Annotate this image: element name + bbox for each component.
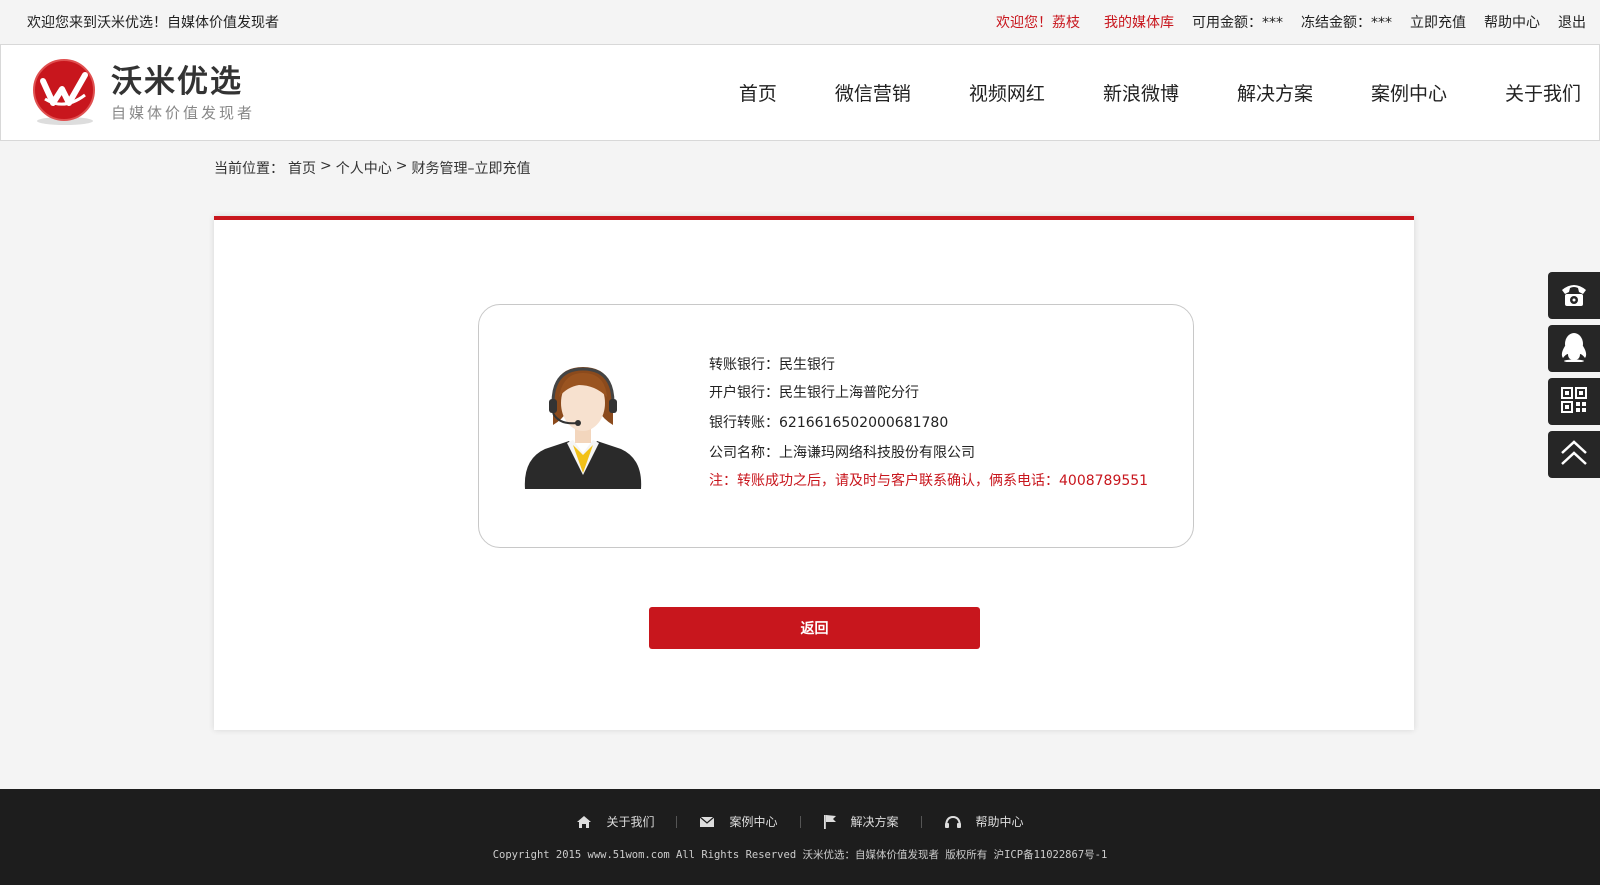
nav-item-solutions[interactable]: 解决方案 [1237,79,1313,106]
back-to-top-icon [1559,439,1589,471]
top-links: 欢迎您！荔枝 我的媒体库 可用金额：*** 冻结金额：*** 立即充值 帮助中心… [972,12,1586,32]
site-logo[interactable]: 沃米优选 自媒体价值发现者 [29,59,255,127]
welcome-text: 欢迎您来到沃米优选！自媒体价值发现者 [27,15,279,31]
nav-item-cases[interactable]: 案例中心 [1371,79,1447,106]
footer-link-label: 帮助中心 [975,815,1024,829]
recharge-link[interactable]: 立即充值 [1410,12,1466,32]
breadcrumb-separator: > [320,158,332,174]
mail-icon [699,816,715,828]
bank-info: 转账银行：民生银行 开户银行：民生银行上海普陀分行 银行转账：621661650… [709,351,1148,495]
nav-item-home[interactable]: 首页 [739,79,777,106]
logo-subtitle: 自媒体价值发现者 [111,103,256,122]
breadcrumb: 当前位置： 首页 > 个人中心 > 财务管理–立即充值 [214,158,534,178]
phone-icon [1559,280,1589,312]
transfer-note: 注：转账成功之后，请及时与客户联系确认，俩系电话：4008789551 [709,473,1149,489]
available-amount: 可用金额：*** [1192,15,1283,31]
top-bar: 欢迎您来到沃米优选！自媒体价值发现者 欢迎您！荔枝 我的媒体库 可用金额：***… [0,0,1600,44]
site-header: 沃米优选 自媒体价值发现者 首页 微信营销 视频网红 新浪微博 解决方案 案例中… [0,44,1600,141]
side-toolbar [1548,272,1600,484]
footer-link-solutions[interactable]: 解决方案 [801,813,921,830]
footer-link-help[interactable]: 帮助中心 [922,813,1046,830]
logo-mark-icon [29,59,99,127]
company-name: 公司名称：上海谦玛网络科技股份有限公司 [709,445,975,461]
breadcrumb-current: 财务管理–立即充值 [411,161,531,177]
recharge-panel: 转账银行：民生银行 开户银行：民生银行上海普陀分行 银行转账：621661650… [214,216,1414,730]
help-headset-icon [944,815,962,829]
open-bank: 开户银行：民生银行上海普陀分行 [709,385,919,401]
bank-account: 银行转账：6216616502000681780 [709,415,949,431]
breadcrumb-personal[interactable]: 个人中心 [336,158,392,178]
user-greeting: 欢迎您！荔枝 [996,15,1080,31]
logout-link[interactable]: 退出 [1558,12,1586,32]
copyright-text: Copyright 2015 www.51wom.com All Rights … [492,849,1108,861]
back-to-top-button[interactable] [1548,431,1600,478]
breadcrumb-separator: > [395,158,408,174]
frozen-amount: 冻结金额：*** [1301,15,1392,31]
nav-item-video[interactable]: 视频网红 [969,79,1045,106]
customer-service-avatar-icon [523,363,643,493]
breadcrumb-home[interactable]: 首页 [288,158,316,178]
footer-link-label: 案例中心 [729,815,778,829]
home-icon [576,815,592,829]
logo-title: 沃米优选 [111,63,243,100]
media-library-link[interactable]: 我的媒体库 [1104,12,1174,32]
nav-item-weibo[interactable]: 新浪微博 [1103,79,1179,106]
breadcrumb-prefix: 当前位置： [214,161,284,177]
nav-item-about[interactable]: 关于我们 [1505,79,1581,106]
footer-links: 关于我们 案例中心 解决方案 帮助中心 [0,813,1600,830]
footer-link-cases[interactable]: 案例中心 [677,813,799,830]
flag-icon [823,814,837,830]
footer-link-label: 解决方案 [850,815,899,829]
main-nav: 首页 微信营销 视频网红 新浪微博 解决方案 案例中心 关于我们 [681,45,1581,140]
help-link[interactable]: 帮助中心 [1484,12,1540,32]
qrcode-icon [1561,386,1587,417]
bank-info-card: 转账银行：民生银行 开户银行：民生银行上海普陀分行 银行转账：621661650… [478,304,1194,548]
qq-icon [1560,332,1588,366]
footer-link-label: 关于我们 [606,815,655,829]
site-footer: 关于我们 案例中心 解决方案 帮助中心 Copyright 2015 www.5… [0,789,1600,885]
back-button[interactable]: 返回 [649,607,980,649]
qq-button[interactable] [1548,325,1600,372]
footer-link-about[interactable]: 关于我们 [554,813,676,830]
transfer-bank: 转账银行：民生银行 [709,357,835,373]
nav-item-wechat[interactable]: 微信营销 [835,79,911,106]
qrcode-button[interactable] [1548,378,1600,425]
phone-button[interactable] [1548,272,1600,319]
